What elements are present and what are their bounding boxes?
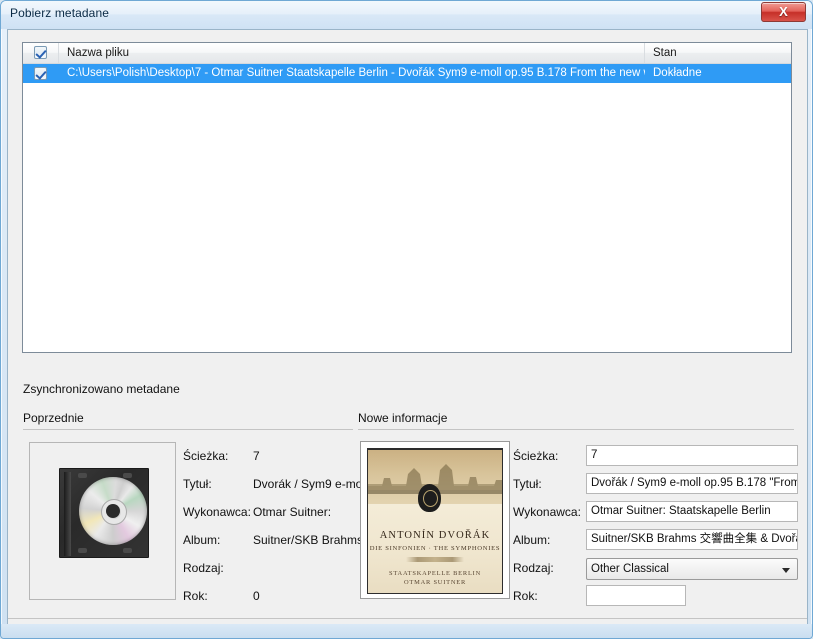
label-album-previous: Album: — [183, 533, 221, 547]
footer-divider — [8, 618, 807, 619]
cd-clip — [78, 548, 87, 553]
cover-performer-line2: OTMAR SUITNER — [403, 579, 467, 587]
cover-performer: STAATSKAPELLE BERLIN OTMAR SUITNER — [368, 569, 502, 588]
table-row[interactable]: C:\Users\Polish\Desktop\7 - Otmar Suitne… — [23, 64, 791, 83]
window-bottom-chrome — [1, 624, 812, 638]
cd-clip — [123, 548, 132, 553]
track-input[interactable]: 7 — [586, 445, 798, 466]
value-artist-previous: Otmar Suitner: — [253, 505, 332, 519]
title-bar: Pobierz metadane X — [1, 1, 812, 29]
new-album-art: ANTONÍN DVOŘÁK DIE SINFONIEN · THE SYMPH… — [360, 441, 510, 599]
cover-subtitle: DIE SINFONIEN · THE SYMPHONIES — [369, 545, 501, 552]
value-year-previous: 0 — [253, 589, 260, 603]
label-artist-new: Wykonawca: — [513, 505, 581, 519]
row-filename: C:\Users\Polish\Desktop\7 - Otmar Suitne… — [67, 67, 645, 79]
value-album-previous: Suitner/SKB Brahms — [253, 533, 364, 547]
label-genre-new: Rodzaj: — [513, 561, 554, 575]
cd-clip — [123, 473, 132, 478]
file-list[interactable]: Nazwa pliku Stan C:\Users\Polish\Desktop… — [22, 42, 792, 353]
select-all-checkbox[interactable] — [34, 46, 47, 59]
dialog-content: Nazwa pliku Stan C:\Users\Polish\Desktop… — [7, 29, 808, 638]
row-checkbox[interactable] — [34, 67, 47, 80]
chevron-down-icon — [782, 568, 790, 573]
cover-performer-line1: STAATSKAPELLE BERLIN — [389, 570, 481, 577]
label-year-previous: Rok: — [183, 589, 208, 603]
file-list-header: Nazwa pliku Stan — [23, 43, 791, 64]
column-header-state[interactable]: Stan — [645, 43, 791, 63]
year-input[interactable] — [586, 585, 686, 606]
metadata-dialog-window: Pobierz metadane X Nazwa pliku Stan C:\U… — [0, 0, 813, 639]
title-input[interactable]: Dvořák / Sym9 e-moll op.95 B.178 "From t… — [586, 473, 798, 494]
group-divider-previous — [23, 429, 353, 430]
column-header-select-all[interactable] — [23, 43, 59, 63]
cover-ornament — [406, 557, 464, 562]
close-button[interactable]: X — [761, 2, 806, 22]
value-track-previous: 7 — [253, 449, 260, 463]
label-title-new: Tytuł: — [513, 477, 542, 491]
label-track-new: Ścieżka: — [513, 449, 559, 463]
cd-case-icon — [59, 468, 149, 558]
cover-seal-emblem — [418, 484, 441, 512]
close-icon: X — [779, 4, 788, 19]
row-checkbox-cell[interactable] — [34, 67, 47, 80]
value-title-previous: Dvorák / Sym9 e-moll — [253, 477, 368, 491]
label-genre-previous: Rodzaj: — [183, 561, 224, 575]
artist-input[interactable]: Otmar Suitner: Staatskapelle Berlin — [586, 501, 798, 522]
window-title: Pobierz metadane — [10, 6, 109, 20]
cd-spine — [64, 472, 71, 556]
group-label-previous: Poprzednie — [23, 411, 84, 425]
column-header-filename[interactable]: Nazwa pliku — [59, 43, 645, 63]
genre-select-value: Other Classical — [591, 563, 669, 575]
cd-hole — [106, 504, 120, 518]
label-album-new: Album: — [513, 533, 551, 547]
group-divider-new — [358, 429, 794, 430]
album-input[interactable]: Suitner/SKB Brahms 交響曲全集 & Dvořák — [586, 529, 798, 550]
group-label-new: Nowe informacje — [358, 411, 448, 425]
cover-text-block: ANTONÍN DVOŘÁK DIE SINFONIEN · THE SYMPH… — [367, 504, 503, 594]
previous-album-art — [29, 442, 176, 600]
row-state: Dokładne — [653, 67, 702, 79]
genre-select[interactable]: Other Classical — [586, 558, 798, 580]
label-artist-previous: Wykonawca: — [183, 505, 251, 519]
label-year-new: Rok: — [513, 589, 538, 603]
label-title-previous: Tytuł: — [183, 477, 212, 491]
cover-composer: ANTONÍN DVOŘÁK — [379, 530, 491, 541]
status-text: Zsynchronizowano metadane — [23, 382, 180, 396]
label-track-previous: Ścieżka: — [183, 449, 229, 463]
cd-clip — [78, 473, 87, 478]
